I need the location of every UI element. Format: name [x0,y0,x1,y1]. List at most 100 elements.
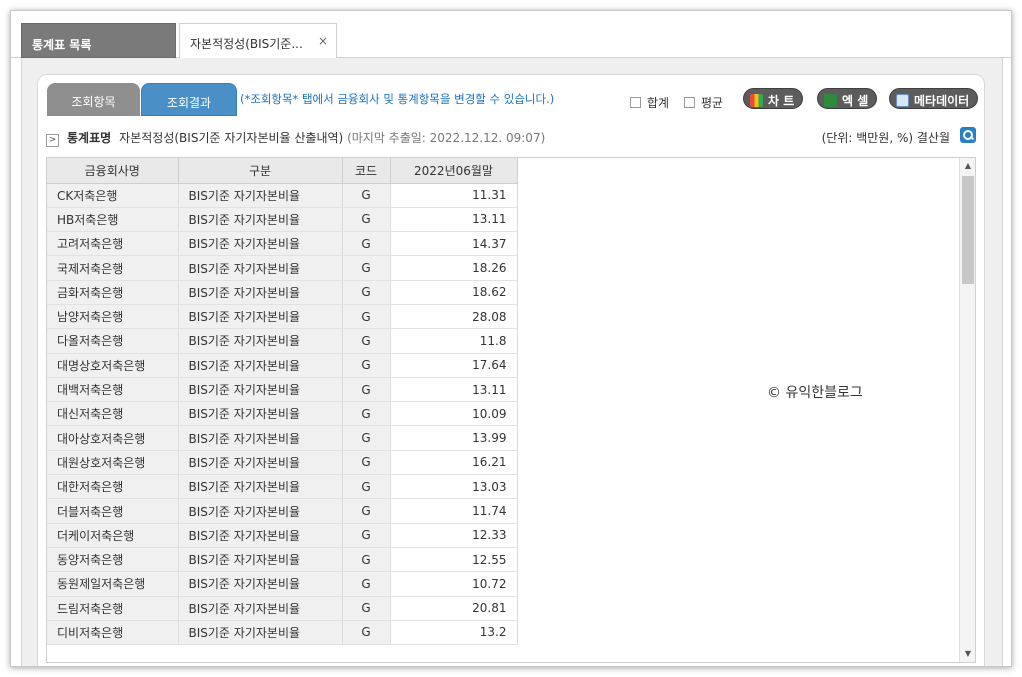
value-cell: 12.55 [390,547,518,573]
sum-checkbox[interactable]: 합계 [630,94,669,111]
code-cell: G [342,450,391,476]
value-cell: 11.74 [390,498,518,524]
header-company[interactable]: 금융회사명 [47,158,179,184]
scroll-up-icon[interactable]: ▲ [960,158,975,174]
value-cell: 28.08 [390,304,518,330]
code-cell: G [342,183,391,208]
value-cell: 13.2 [390,620,518,646]
company-cell: 드림저축은행 [47,596,179,621]
table-row[interactable]: 드림저축은행 BIS기준 자기자본비율 G 20.81 [47,596,518,621]
table-row[interactable]: 금화저축은행 BIS기준 자기자본비율 G 18.62 [47,280,518,305]
table-row[interactable]: 더블저축은행 BIS기준 자기자본비율 G 11.74 [47,498,518,524]
scroll-thumb[interactable] [962,176,974,284]
category-cell: BIS기준 자기자본비율 [178,304,343,330]
category-cell: BIS기준 자기자본비율 [178,280,343,305]
company-cell: 금화저축은행 [47,280,179,305]
category-cell: BIS기준 자기자본비율 [178,377,343,403]
category-cell: BIS기준 자기자본비율 [178,450,343,476]
table-row[interactable]: 국제저축은행 BIS기준 자기자본비율 G 18.26 [47,255,518,281]
sum-checkbox-box[interactable] [630,97,641,108]
last-extract-date: (마지막 추출일: 2022.12.12. 09:07) [347,131,546,145]
average-checkbox-box[interactable] [684,97,695,108]
value-cell: 14.37 [390,231,518,257]
average-checkbox-label: 평균 [701,96,724,110]
value-cell: 13.11 [390,377,518,403]
company-cell: 대아상호저축은행 [47,425,179,451]
result-panel: 조회항목 조회결과 (*조회항목* 탭에서 금융회사 및 통계항목을 변경할 수… [37,74,985,666]
table-row[interactable]: HB저축은행 BIS기준 자기자본비율 G 13.11 [47,207,518,233]
table-row[interactable]: 다올저축은행 BIS기준 자기자본비율 G 11.8 [47,328,518,354]
category-cell: BIS기준 자기자본비율 [178,474,343,500]
excel-button-label: 엑 셀 [842,94,869,108]
value-cell: 13.99 [390,425,518,451]
code-cell: G [342,620,391,646]
value-cell: 20.81 [390,596,518,621]
average-checkbox[interactable]: 평균 [684,94,723,111]
subtab-query-items[interactable]: 조회항목 [47,83,140,116]
company-cell: 국제저축은행 [47,255,179,281]
value-cell: 13.11 [390,207,518,233]
excel-button[interactable]: 엑 셀 [817,88,878,109]
table-row[interactable]: 고려저축은행 BIS기준 자기자본비율 G 14.37 [47,231,518,257]
document-icon [896,94,909,107]
company-cell: 대원상호저축은행 [47,450,179,476]
tab-strip: 통계표 목록 자본적정성(BIS기준... × [11,11,1011,59]
company-cell: 대한저축은행 [47,474,179,500]
header-code[interactable]: 코드 [342,158,391,184]
metadata-button-label: 메타데이터 [914,94,970,108]
category-cell: BIS기준 자기자본비율 [178,231,343,257]
tab-capital-adequacy[interactable]: 자본적정성(BIS기준... × [179,23,337,59]
vertical-scrollbar[interactable]: ▲ ▼ [959,158,975,662]
stats-window: 통계표 목록 자본적정성(BIS기준... × 조회항목 조회결과 (*조회항목… [10,10,1012,667]
table-row[interactable]: 대신저축은행 BIS기준 자기자본비율 G 10.09 [47,401,518,427]
subtab-query-result[interactable]: 조회결과 [141,83,237,116]
metadata-button[interactable]: 메타데이터 [889,88,979,109]
company-cell: 디비저축은행 [47,620,179,646]
value-cell: 12.33 [390,523,518,548]
company-cell: 대백저축은행 [47,377,179,403]
table-row[interactable]: 더케이저축은행 BIS기준 자기자본비율 G 12.33 [47,523,518,548]
expand-arrow-icon[interactable]: > [46,134,59,147]
header-period[interactable]: 2022년06월말 [390,158,518,184]
category-cell: BIS기준 자기자본비율 [178,547,343,573]
category-cell: BIS기준 자기자본비율 [178,255,343,281]
scroll-down-icon[interactable]: ▼ [960,646,975,662]
code-cell: G [342,523,391,548]
table-row[interactable]: CK저축은행 BIS기준 자기자본비율 G 11.31 [47,183,518,208]
header-category[interactable]: 구분 [178,158,343,184]
tab-stats-list[interactable]: 통계표 목록 [21,23,176,58]
category-cell: BIS기준 자기자본비율 [178,425,343,451]
table-row[interactable]: 대아상호저축은행 BIS기준 자기자본비율 G 13.99 [47,425,518,451]
table-row[interactable]: 동양저축은행 BIS기준 자기자본비율 G 12.55 [47,547,518,573]
table-row[interactable]: 대한저축은행 BIS기준 자기자본비율 G 13.03 [47,474,518,500]
category-cell: BIS기준 자기자본비율 [178,498,343,524]
category-cell: BIS기준 자기자본비율 [178,571,343,597]
search-icon[interactable] [960,127,976,143]
content-area: 조회항목 조회결과 (*조회항목* 탭에서 금융회사 및 통계항목을 변경할 수… [21,58,1003,666]
code-cell: G [342,377,391,403]
table-name-label: 통계표명 [67,131,112,145]
table-row[interactable]: 대백저축은행 BIS기준 자기자본비율 G 13.11 [47,377,518,403]
sum-checkbox-label: 합계 [647,96,670,110]
code-cell: G [342,207,391,233]
category-cell: BIS기준 자기자본비율 [178,328,343,354]
table-row[interactable]: 디비저축은행 BIS기준 자기자본비율 G 13.2 [47,620,518,646]
value-cell: 10.72 [390,571,518,597]
category-cell: BIS기준 자기자본비율 [178,596,343,621]
table-row[interactable]: 동원제일저축은행 BIS기준 자기자본비율 G 10.72 [47,571,518,597]
company-cell: 동양저축은행 [47,547,179,573]
table-row[interactable]: 대명상호저축은행 BIS기준 자기자본비율 G 17.64 [47,353,518,378]
company-cell: 동원제일저축은행 [47,571,179,597]
unit-label: (단위: 백만원, %) 결산월 [821,131,950,145]
company-cell: 고려저축은행 [47,231,179,257]
code-cell: G [342,498,391,524]
watermark: © 유익한블로그 [767,385,863,401]
tab-capital-adequacy-label: 자본적정성(BIS기준... [190,37,303,51]
table-row[interactable]: 남양저축은행 BIS기준 자기자본비율 G 28.08 [47,304,518,330]
table-row[interactable]: 대원상호저축은행 BIS기준 자기자본비율 G 16.21 [47,450,518,476]
close-icon[interactable]: × [318,34,328,48]
chart-button[interactable]: 차 트 [743,88,804,109]
category-cell: BIS기준 자기자본비율 [178,523,343,548]
table-info-line: > 통계표명 자본적정성(BIS기준 자기자본비율 산출내역) (마지막 추출일: … [46,127,976,147]
code-cell: G [342,328,391,354]
